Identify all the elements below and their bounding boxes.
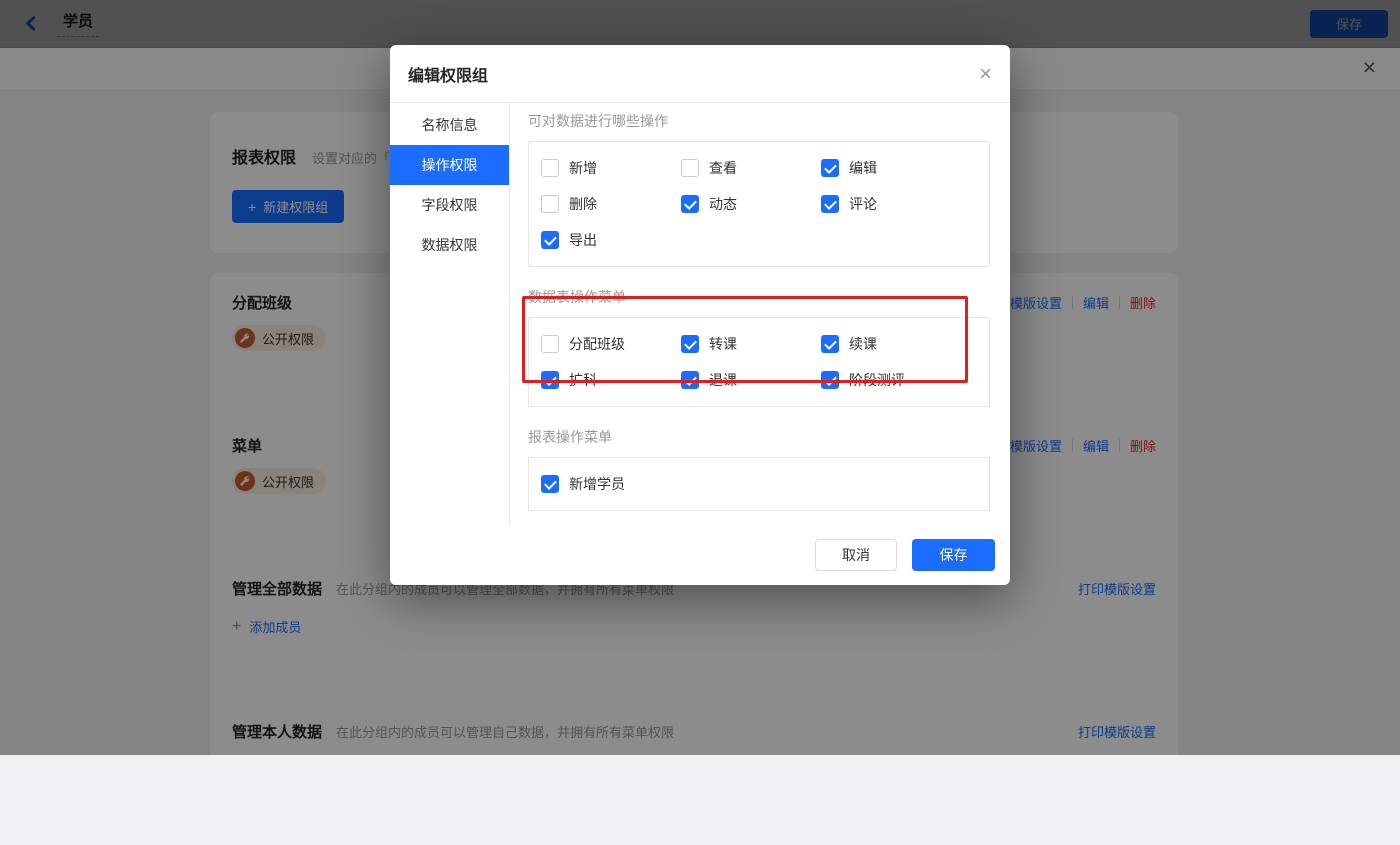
checkbox-label: 编辑 xyxy=(849,160,877,176)
cancel-button[interactable]: 取消 xyxy=(815,539,897,571)
checkbox-item-新增学员[interactable]: 新增学员 xyxy=(541,475,681,493)
checkbox-item-转课[interactable]: 转课 xyxy=(681,335,821,353)
checkbox-checked-icon[interactable] xyxy=(541,371,559,389)
checkbox-label: 退课 xyxy=(709,372,737,388)
checkbox-label: 续课 xyxy=(849,336,877,352)
checkbox-item-导出[interactable]: 导出 xyxy=(541,231,681,249)
tab-数据权限[interactable]: 数据权限 xyxy=(390,225,509,265)
checkbox-label: 查看 xyxy=(709,160,737,176)
checkbox-checked-icon[interactable] xyxy=(681,195,699,213)
checkbox-group: 新增 查看 编辑删除 动态 评论导出 xyxy=(528,141,990,267)
checkbox-checked-icon[interactable] xyxy=(681,371,699,389)
checkbox-unchecked-icon[interactable] xyxy=(541,335,559,353)
checkbox-label: 导出 xyxy=(569,232,597,248)
checkbox-label: 删除 xyxy=(569,196,597,212)
checkbox-label: 新增学员 xyxy=(569,476,625,492)
checkbox-item-扩科[interactable]: 扩科 xyxy=(541,371,681,389)
tab-名称信息[interactable]: 名称信息 xyxy=(390,105,509,145)
checkbox-item-续课[interactable]: 续课 xyxy=(821,335,961,353)
modal-sections: 可对数据进行哪些操作新增 查看 编辑删除 动态 评论导出数据表操作菜单分配班级 转课 续课扩… xyxy=(510,103,1010,525)
checkbox-label: 新增 xyxy=(569,160,597,176)
modal-close-icon[interactable]: × xyxy=(979,62,992,85)
checkbox-label: 分配班级 xyxy=(569,336,625,352)
checkbox-checked-icon[interactable] xyxy=(541,475,559,493)
checkbox-unchecked-icon[interactable] xyxy=(541,159,559,177)
checkbox-checked-icon[interactable] xyxy=(821,371,839,389)
checkbox-unchecked-icon[interactable] xyxy=(541,195,559,213)
checkbox-item-新增[interactable]: 新增 xyxy=(541,159,681,177)
checkbox-checked-icon[interactable] xyxy=(821,195,839,213)
section-label: 数据表操作菜单 xyxy=(528,289,626,305)
checkbox-item-评论[interactable]: 评论 xyxy=(821,195,961,213)
checkbox-group: 分配班级 转课 续课扩科 退课 阶段测评 xyxy=(528,317,990,407)
checkbox-label: 评论 xyxy=(849,196,877,212)
checkbox-unchecked-icon[interactable] xyxy=(681,159,699,177)
checkbox-label: 扩科 xyxy=(569,372,597,388)
navbar-dim-overlay xyxy=(0,0,1400,48)
checkbox-label: 转课 xyxy=(709,336,737,352)
checkbox-item-删除[interactable]: 删除 xyxy=(541,195,681,213)
tab-操作权限[interactable]: 操作权限 xyxy=(390,145,509,185)
checkbox-item-阶段测评[interactable]: 阶段测评 xyxy=(821,371,961,389)
checkbox-item-动态[interactable]: 动态 xyxy=(681,195,821,213)
checkbox-item-退课[interactable]: 退课 xyxy=(681,371,821,389)
checkbox-group: 新增学员 xyxy=(528,457,990,511)
checkbox-checked-icon[interactable] xyxy=(541,231,559,249)
checkbox-label: 动态 xyxy=(709,196,737,212)
modal-tab-list: 名称信息 操作权限 字段权限 数据权限 xyxy=(390,103,510,525)
checkbox-checked-icon[interactable] xyxy=(821,159,839,177)
section-label: 可对数据进行哪些操作 xyxy=(528,113,668,129)
tab-字段权限[interactable]: 字段权限 xyxy=(390,185,509,225)
checkbox-item-查看[interactable]: 查看 xyxy=(681,159,821,177)
section-label: 报表操作菜单 xyxy=(528,429,612,445)
checkbox-checked-icon[interactable] xyxy=(681,335,699,353)
save-button[interactable]: 保存 xyxy=(912,539,995,571)
checkbox-label: 阶段测评 xyxy=(849,372,905,388)
edit-permission-group-modal: 编辑权限组 × 名称信息 操作权限 字段权限 数据权限 可对数据进行哪些操作新增 查看 编… xyxy=(390,45,1010,585)
checkbox-item-编辑[interactable]: 编辑 xyxy=(821,159,961,177)
modal-title: 编辑权限组 xyxy=(408,67,489,85)
checkbox-checked-icon[interactable] xyxy=(821,335,839,353)
checkbox-item-分配班级[interactable]: 分配班级 xyxy=(541,335,681,353)
